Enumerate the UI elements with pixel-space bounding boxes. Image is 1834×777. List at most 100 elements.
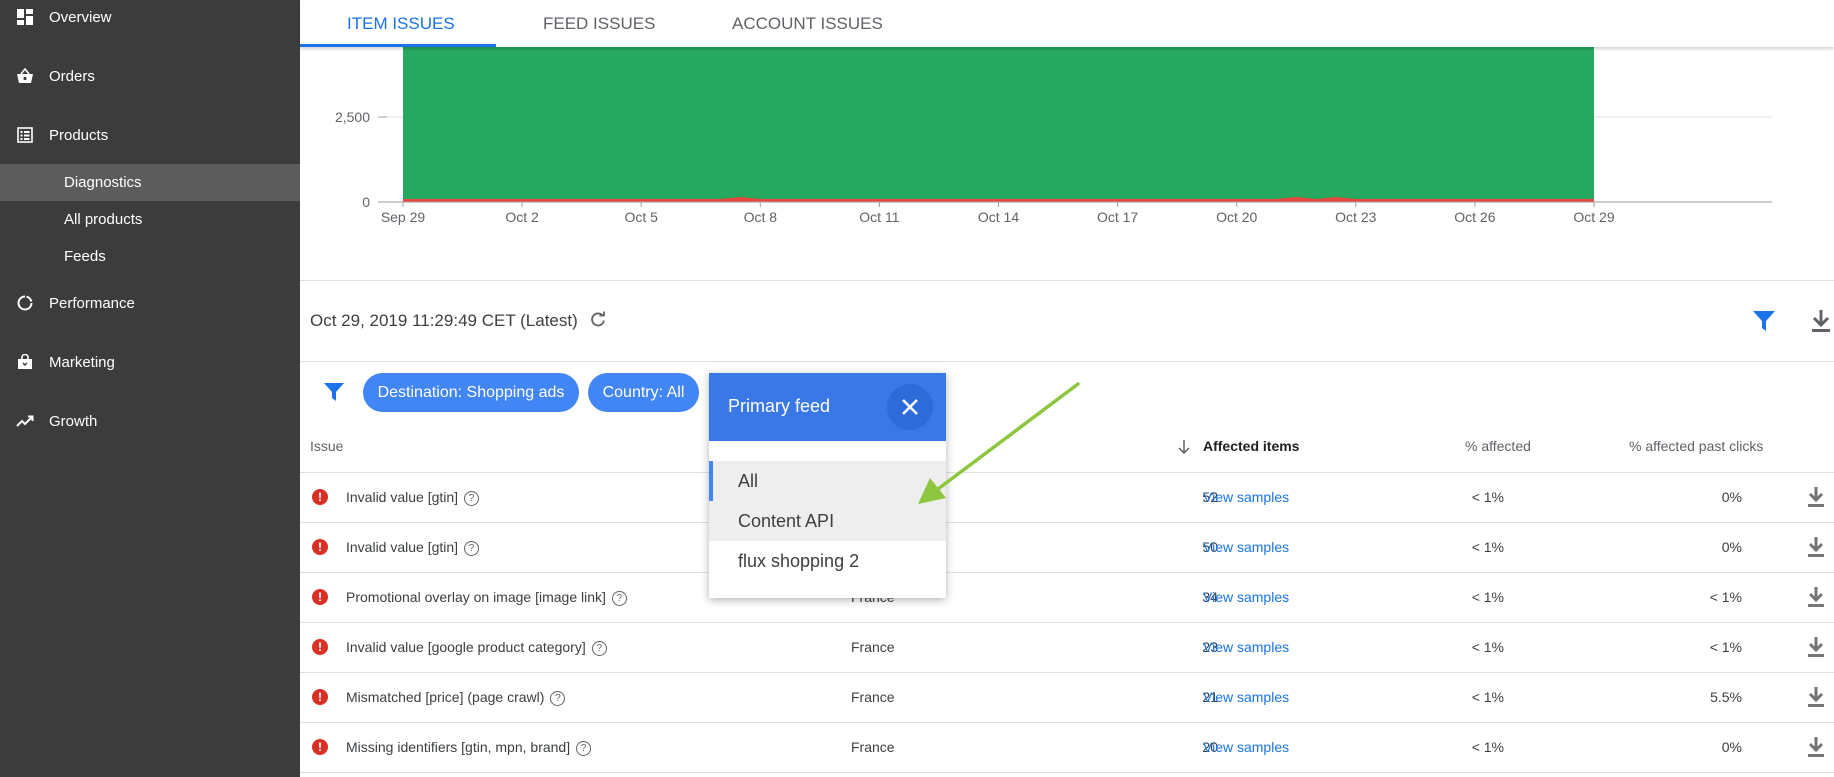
- view-samples-link[interactable]: View samples: [1203, 489, 1289, 505]
- issue-cell: Invalid value [gtin]?: [346, 489, 480, 506]
- y-tick-label: 0: [362, 194, 370, 210]
- basket-icon: [16, 67, 34, 85]
- column-header-pct-clicks[interactable]: % affected past clicks: [1629, 438, 1763, 454]
- error-icon: !: [312, 589, 328, 605]
- help-icon[interactable]: ?: [464, 540, 480, 556]
- sidebar-item-performance[interactable]: Performance: [0, 283, 300, 323]
- view-samples-link[interactable]: View samples: [1203, 689, 1289, 705]
- download-report-icon[interactable]: [1810, 309, 1832, 333]
- annotation-arrow-icon: [918, 382, 1080, 504]
- list-icon: [16, 126, 34, 144]
- dashboard-icon: [16, 8, 34, 26]
- download-icon[interactable]: [1805, 636, 1827, 658]
- sidebar-item-growth[interactable]: Growth: [0, 401, 300, 441]
- x-tick-label: Oct 11: [859, 209, 899, 225]
- sidebar-subitem-label: Diagnostics: [64, 174, 142, 191]
- help-icon[interactable]: ?: [464, 490, 480, 506]
- column-header-pct-affected[interactable]: % affected: [1465, 438, 1531, 454]
- sidebar-item-marketing[interactable]: Marketing: [0, 342, 300, 382]
- help-icon[interactable]: ?: [611, 590, 627, 606]
- issue-title[interactable]: Mismatched [price] (page crawl): [346, 689, 544, 705]
- table-row[interactable]: ! Mismatched [price] (page crawl)? France 2…: [300, 673, 1834, 723]
- column-header-affected-items[interactable]: Affected items: [1203, 438, 1299, 454]
- sort-down-icon[interactable]: [1177, 439, 1191, 455]
- help-icon[interactable]: ?: [550, 690, 566, 706]
- issue-title[interactable]: Promotional overlay on image [image link…: [346, 589, 606, 605]
- help-icon[interactable]: ?: [591, 640, 607, 656]
- divider: [300, 361, 1834, 362]
- performance-icon: [16, 294, 34, 312]
- issue-title[interactable]: Missing identifiers [gtin, mpn, brand]: [346, 739, 570, 755]
- issue-cell: Promotional overlay on image [image link…: [346, 589, 627, 606]
- x-tick-label: Oct 17: [1097, 209, 1138, 225]
- sidebar-subitem-label: Feeds: [64, 248, 106, 265]
- download-icon[interactable]: [1805, 486, 1827, 508]
- issue-title[interactable]: Invalid value [gtin]: [346, 489, 458, 505]
- snapshot-timestamp: Oct 29, 2019 11:29:49 CET (Latest): [310, 311, 578, 330]
- issue-cell: Mismatched [price] (page crawl)?: [346, 689, 566, 706]
- view-samples-link[interactable]: View samples: [1203, 589, 1289, 605]
- valid-items-area: [403, 47, 1594, 200]
- issue-cell: Missing identifiers [gtin, mpn, brand]?: [346, 739, 592, 756]
- chart-svg: 0 2,500 Sep 29 Oct 2 Oct 5 Oct 8 Oct 11 Oct 14 O…: [335, 47, 1772, 225]
- tab-feed-issues[interactable]: FEED ISSUES: [543, 0, 655, 47]
- x-tick-label: Oct 26: [1454, 209, 1495, 225]
- issue-title[interactable]: Invalid value [gtin]: [346, 539, 458, 555]
- issue-cell: Invalid value [gtin]?: [346, 539, 480, 556]
- help-icon[interactable]: ?: [576, 740, 592, 756]
- download-icon[interactable]: [1805, 586, 1827, 608]
- view-samples-link[interactable]: View samples: [1203, 639, 1289, 655]
- pct-affected-cell: < 1%: [1471, 689, 1504, 705]
- sidebar-item-orders[interactable]: Orders: [0, 56, 300, 96]
- destination-filter-chip[interactable]: Destination: Shopping ads: [363, 373, 579, 412]
- x-tick-label: Oct 8: [744, 209, 778, 225]
- sidebar-subitem-diagnostics[interactable]: Diagnostics: [0, 164, 300, 201]
- error-icon: !: [312, 689, 328, 705]
- pct-affected-cell: < 1%: [1471, 739, 1504, 755]
- filter-toggle-icon[interactable]: [1752, 310, 1776, 332]
- error-icon: !: [312, 539, 328, 555]
- x-tick-label: Oct 23: [1335, 209, 1376, 225]
- sidebar-item-products[interactable]: Products: [0, 115, 300, 155]
- sidebar-subitem-all-products[interactable]: All products: [0, 201, 300, 238]
- sidebar-item-overview[interactable]: Overview: [0, 0, 300, 37]
- download-icon[interactable]: [1805, 536, 1827, 558]
- dropdown-option-flux-shopping-2[interactable]: flux shopping 2: [709, 541, 946, 581]
- sidebar-item-label: Orders: [49, 67, 95, 85]
- divider: [300, 280, 1834, 281]
- trending-up-icon: [16, 412, 34, 430]
- y-tick-label: 2,500: [335, 109, 370, 125]
- sidebar-subitem-feeds[interactable]: Feeds: [0, 238, 300, 275]
- active-tab-indicator: [300, 44, 496, 47]
- sidebar-item-label: Performance: [49, 294, 135, 312]
- view-samples-link[interactable]: View samples: [1203, 539, 1289, 555]
- error-icon: !: [312, 739, 328, 755]
- view-samples-link[interactable]: View samples: [1203, 739, 1289, 755]
- x-tick-label: Oct 14: [978, 209, 1019, 225]
- tab-account-issues[interactable]: ACCOUNT ISSUES: [732, 0, 883, 47]
- download-icon[interactable]: [1805, 686, 1827, 708]
- issues-tab-bar: ITEM ISSUES FEED ISSUES ACCOUNT ISSUES: [300, 0, 1834, 47]
- dropdown-title: Primary feed: [728, 396, 831, 416]
- table-row[interactable]: ! Promotional overlay on image [image lin…: [300, 573, 1834, 623]
- issue-title[interactable]: Invalid value [google product category]: [346, 639, 586, 655]
- x-tick-label: Oct 29: [1573, 209, 1614, 225]
- country-filter-chip[interactable]: Country: All: [588, 373, 699, 412]
- table-row[interactable]: ! Invalid value [google product category]…: [300, 623, 1834, 673]
- error-icon: !: [312, 489, 328, 505]
- table-row[interactable]: ! Missing identifiers [gtin, mpn, brand]?…: [300, 723, 1834, 773]
- refresh-icon[interactable]: [589, 311, 607, 329]
- download-icon[interactable]: [1805, 736, 1827, 758]
- column-header-issue[interactable]: Issue: [310, 438, 343, 454]
- x-tick-label: Oct 2: [505, 209, 539, 225]
- country-cell: France: [851, 689, 895, 705]
- tab-item-issues[interactable]: ITEM ISSUES: [347, 0, 455, 47]
- filter-icon: [323, 382, 345, 402]
- sidebar-subitem-label: All products: [64, 211, 143, 228]
- pct-clicks-cell: 0%: [1721, 489, 1742, 505]
- pct-clicks-cell: 0%: [1721, 539, 1742, 555]
- table-row[interactable]: ! Invalid value [gtin]? 50 View samples < 1%…: [300, 523, 1834, 573]
- pct-affected-cell: < 1%: [1471, 589, 1504, 605]
- error-icon: !: [312, 639, 328, 655]
- x-tick-label: Oct 5: [624, 209, 658, 225]
